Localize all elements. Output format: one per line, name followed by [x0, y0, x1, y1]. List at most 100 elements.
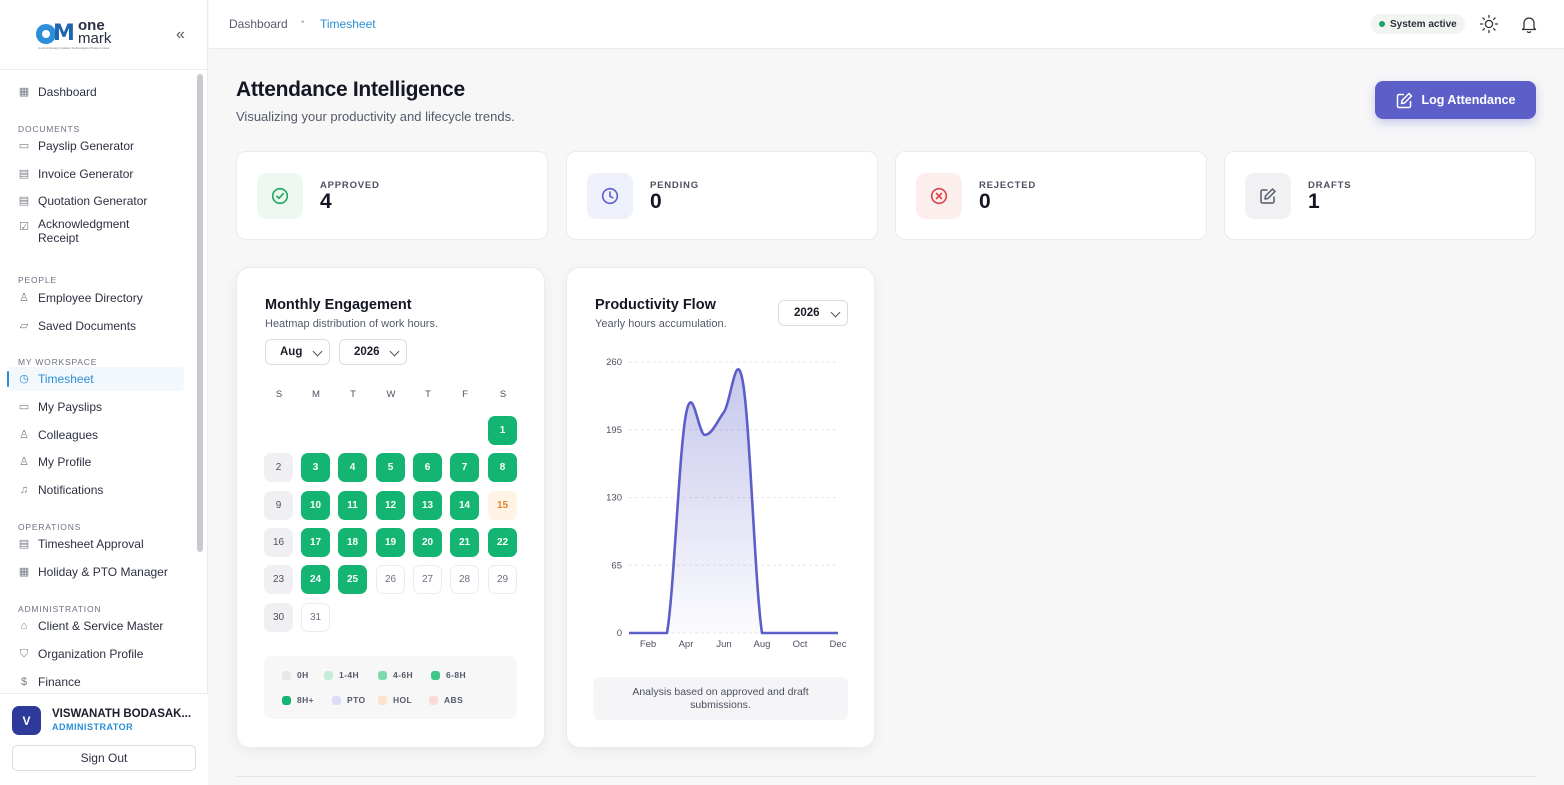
- home-icon: ⌂: [20, 620, 28, 632]
- stat-value: 1: [1308, 190, 1320, 213]
- calendar-day[interactable]: 15: [488, 491, 517, 520]
- productivity-subtitle: Yearly hours accumulation.: [595, 318, 727, 330]
- card-icon: ▭: [18, 140, 30, 152]
- calendar-day[interactable]: 20: [413, 528, 442, 557]
- calendar-day[interactable]: 26: [376, 565, 405, 594]
- legend-swatch: [431, 670, 440, 680]
- sidebar-nav: ▦ Dashboard DOCUMENTS ▭ Payslip Generator ▤ In…: [0, 78, 196, 693]
- sidebar-item-label: Timesheet: [38, 372, 94, 386]
- dollar-icon: $: [20, 676, 28, 688]
- stat-card-drafts: DRAFTS 1: [1224, 151, 1536, 240]
- calendar-day[interactable]: 21: [450, 528, 479, 557]
- sidebar-item-finance[interactable]: $ Finance: [8, 670, 184, 693]
- calendar-day[interactable]: 7: [450, 453, 479, 482]
- productivity-chart: 0 65 130 195 260 Feb Apr Jun Aug Oct Dec: [606, 357, 847, 650]
- sidebar-item-invoice-generator[interactable]: ▤ Invoice Generator: [8, 162, 184, 186]
- legend-item: 1-4H: [324, 670, 359, 680]
- sidebar-item-client-service-master[interactable]: ⌂ Client & Service Master: [8, 614, 184, 638]
- month-select[interactable]: Aug: [265, 339, 330, 365]
- calendar-day[interactable]: 3: [301, 453, 330, 482]
- sidebar-item-acknowledgment-receipt[interactable]: ☑ Acknowledgment Receipt: [8, 217, 184, 251]
- calendar-day[interactable]: 17: [301, 528, 330, 557]
- year-select[interactable]: 2026: [339, 339, 407, 365]
- calendar-day[interactable]: 12: [376, 491, 405, 520]
- sidebar-item-label: Colleagues: [38, 428, 99, 442]
- nav-section-operations: OPERATIONS: [18, 522, 82, 532]
- sidebar-item-label: Dashboard: [38, 85, 97, 99]
- sidebar-item-timesheet-approval[interactable]: ▤ Timesheet Approval: [8, 532, 184, 556]
- sidebar-item-my-profile[interactable]: ♙ My Profile: [8, 450, 184, 474]
- analysis-note: Analysis based on approved and draft sub…: [593, 677, 848, 720]
- sidebar-item-notifications[interactable]: ♫ Notifications: [8, 478, 184, 502]
- calendar-day[interactable]: 5: [376, 453, 405, 482]
- chevron-down-icon: [830, 307, 841, 318]
- document-icon: ▤: [18, 538, 30, 550]
- breadcrumb-dashboard[interactable]: Dashboard: [229, 17, 288, 31]
- sign-out-button[interactable]: Sign Out: [12, 745, 196, 771]
- log-attendance-button[interactable]: Log Attendance: [1375, 81, 1536, 119]
- sidebar-item-employee-directory[interactable]: ♙ Employee Directory: [8, 286, 184, 310]
- calendar-day[interactable]: 18: [338, 528, 367, 557]
- sidebar-item-colleagues[interactable]: ♙ Colleagues: [8, 423, 184, 447]
- calendar-day[interactable]: 8: [488, 453, 517, 482]
- sidebar-item-my-payslips[interactable]: ▭ My Payslips: [8, 395, 184, 419]
- x-tick-label: Apr: [679, 639, 694, 650]
- theme-toggle-sun-icon[interactable]: [1479, 14, 1499, 34]
- calendar-day[interactable]: 11: [338, 491, 367, 520]
- sidebar-item-organization-profile[interactable]: ⛉ Organization Profile: [8, 642, 184, 666]
- brand-tagline: A unit of Amarg Creative Technologies Pr…: [38, 46, 110, 50]
- legend-label: PTO: [347, 695, 366, 705]
- sidebar-item-timesheet[interactable]: ◷ Timesheet: [7, 367, 184, 391]
- legend-item: 8H+: [282, 695, 314, 705]
- calendar-day[interactable]: 22: [488, 528, 517, 557]
- sidebar-item-payslip-generator[interactable]: ▭ Payslip Generator: [8, 134, 184, 158]
- legend-swatch: [324, 670, 333, 680]
- calendar-day[interactable]: 24: [301, 565, 330, 594]
- calendar-day[interactable]: 1: [488, 416, 517, 445]
- sidebar-item-saved-documents[interactable]: ▱ Saved Documents: [8, 314, 184, 338]
- calendar-day[interactable]: 23: [264, 565, 293, 594]
- calendar-day[interactable]: 30: [264, 603, 293, 632]
- calendar-day[interactable]: 2: [264, 453, 293, 482]
- y-tick-label: 195: [606, 425, 622, 436]
- productivity-year-select[interactable]: 2026: [778, 300, 848, 326]
- calendar-day[interactable]: 31: [301, 603, 330, 632]
- calendar-day[interactable]: 27: [413, 565, 442, 594]
- brand-logo[interactable]: M one mark A unit of Amarg Creative Tech…: [36, 18, 120, 52]
- calendar-day[interactable]: 25: [338, 565, 367, 594]
- legend-item: PTO: [332, 695, 366, 705]
- engagement-title: Monthly Engagement: [265, 297, 412, 313]
- system-status-badge: System active: [1371, 14, 1465, 34]
- calendar-day[interactable]: 29: [488, 565, 517, 594]
- system-status-label: System active: [1390, 18, 1457, 30]
- month-select-value: Aug: [280, 346, 303, 358]
- chevron-down-icon: [389, 346, 400, 357]
- sidebar-item-dashboard[interactable]: ▦ Dashboard: [8, 80, 184, 104]
- stat-card-approved: APPROVED 4: [236, 151, 548, 240]
- calendar-day[interactable]: 13: [413, 491, 442, 520]
- calendar-day[interactable]: 10: [301, 491, 330, 520]
- calendar-day[interactable]: 28: [450, 565, 479, 594]
- sidebar-scrollbar[interactable]: [197, 74, 203, 552]
- document-icon: ▤: [18, 195, 30, 207]
- calendar-day[interactable]: 16: [264, 528, 293, 557]
- calendar-day[interactable]: 14: [450, 491, 479, 520]
- sidebar-item-holiday-pto-manager[interactable]: ▦ Holiday & PTO Manager: [8, 560, 184, 584]
- collapse-sidebar-button[interactable]: «: [176, 26, 185, 44]
- clock-icon: ◷: [19, 373, 29, 385]
- calendar-day[interactable]: 9: [264, 491, 293, 520]
- weekday-label: W: [386, 389, 396, 400]
- calendar-day[interactable]: 6: [413, 453, 442, 482]
- notifications-bell-icon[interactable]: [1519, 14, 1539, 34]
- users-icon: ♙: [19, 292, 29, 304]
- year-select-value: 2026: [354, 346, 380, 358]
- sidebar-item-label: Saved Documents: [38, 319, 137, 333]
- calendar-day[interactable]: 4: [338, 453, 367, 482]
- avatar[interactable]: V: [12, 706, 41, 735]
- grid-icon: ▦: [18, 86, 30, 98]
- weekday-label: S: [499, 389, 507, 400]
- weekday-label: S: [275, 389, 283, 400]
- legend-swatch: [282, 670, 291, 680]
- sidebar-item-quotation-generator[interactable]: ▤ Quotation Generator: [8, 189, 184, 213]
- calendar-day[interactable]: 19: [376, 528, 405, 557]
